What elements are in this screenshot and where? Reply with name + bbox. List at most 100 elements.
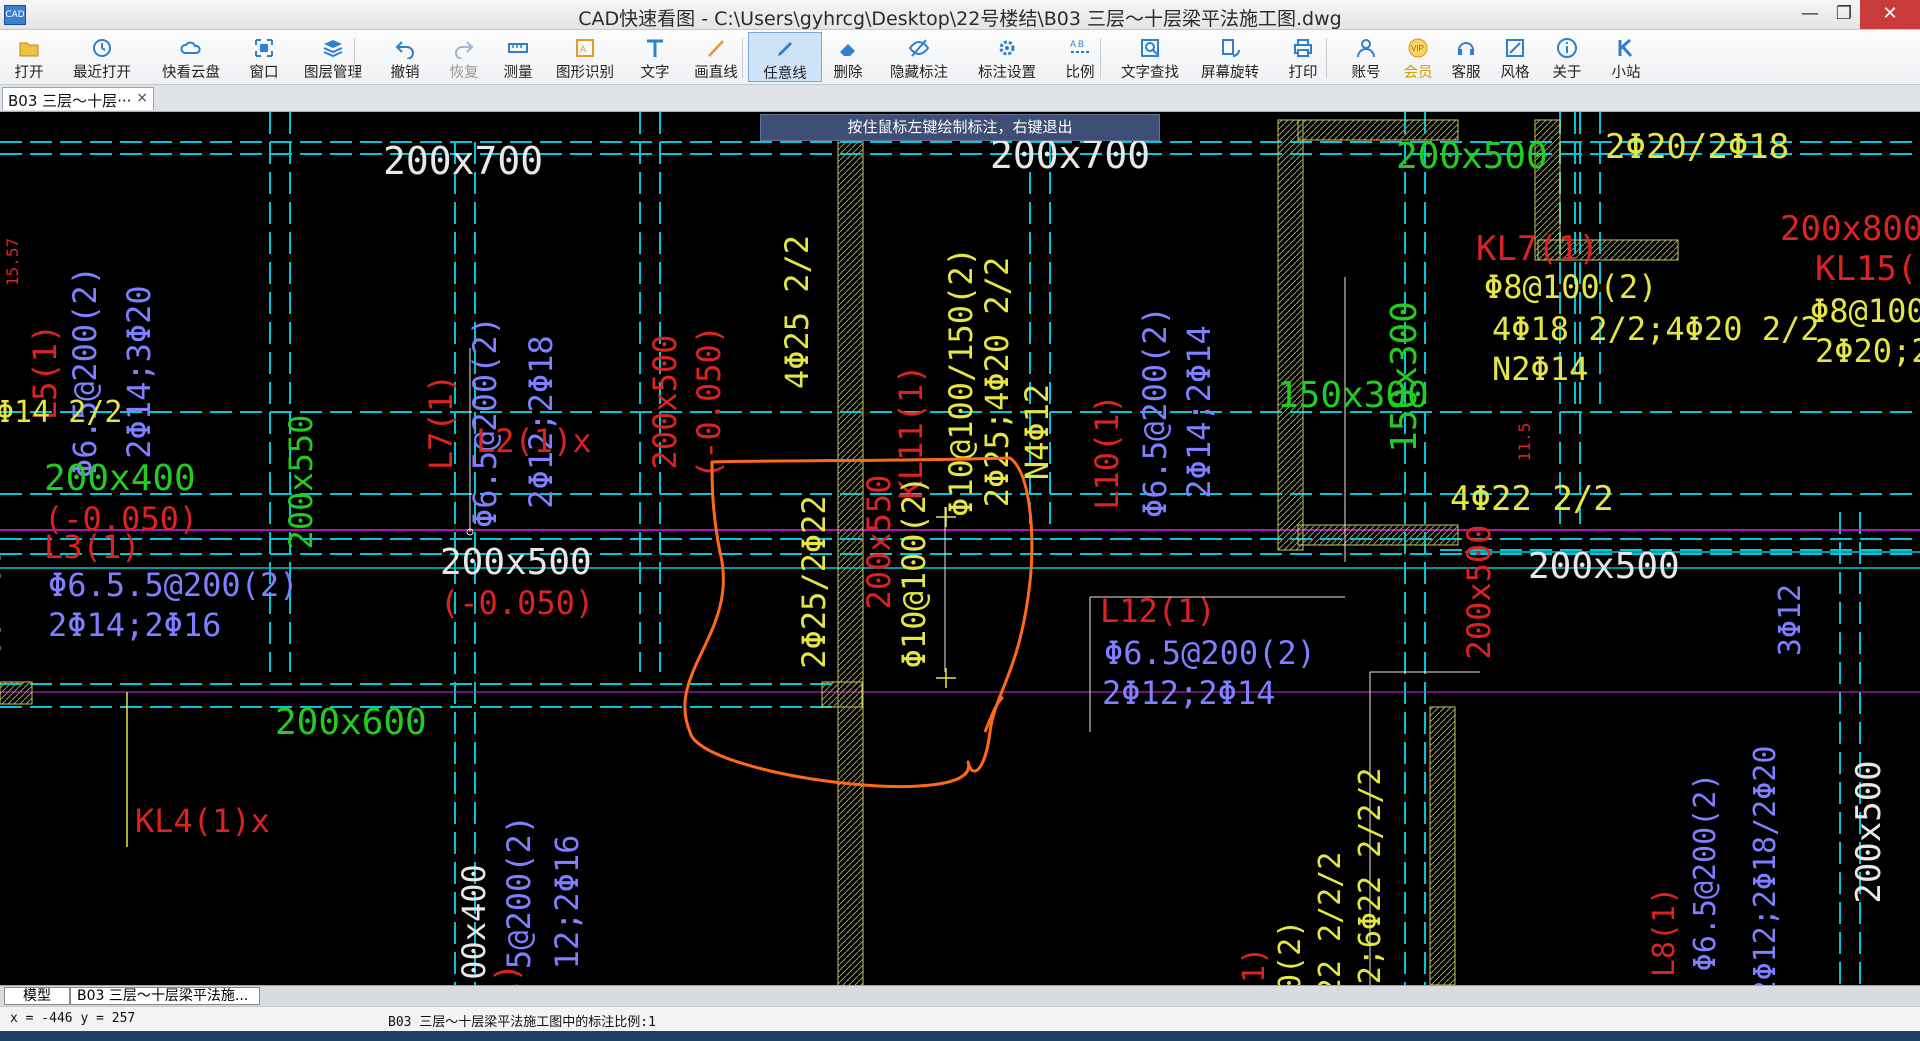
toolbar-label: 图形识别 bbox=[556, 65, 614, 81]
cad-annotation: 200x800 bbox=[1780, 209, 1920, 249]
toolbar-button-ruler[interactable]: 测量 bbox=[492, 32, 544, 82]
document-tab-bar: B03 三层～十层··· × bbox=[0, 85, 1920, 112]
cloud-icon bbox=[146, 35, 236, 61]
cross-marker bbox=[936, 668, 956, 688]
cad-annotation: L12(1) bbox=[1100, 592, 1216, 630]
scale-ab-icon: A B bbox=[1050, 35, 1110, 61]
toolbar-button-line-pen[interactable]: 画直线 bbox=[684, 32, 748, 82]
toolbar-button-text-t[interactable]: 文字 bbox=[626, 32, 684, 82]
cad-annotation: 200x500 bbox=[440, 542, 592, 583]
window-title: CAD快速看图 - C:\Users\gyhrcg\Desktop\22号楼结\… bbox=[578, 8, 1342, 30]
toolbar-button-undo[interactable]: 撤销 bbox=[374, 32, 436, 82]
cad-annotation: 200x550 bbox=[860, 475, 898, 610]
close-button[interactable]: ✕ bbox=[1860, 0, 1920, 29]
undo-icon bbox=[374, 35, 436, 61]
cad-annotation: 2Φ25/2Φ22 bbox=[795, 495, 833, 668]
cad-annotation: L7(1) bbox=[422, 374, 460, 470]
toolbar-button-scale-ab[interactable]: A B 比例 bbox=[1050, 32, 1110, 82]
cad-annotation: 200x550 bbox=[282, 415, 320, 550]
cad-annotation: (-0.050) bbox=[690, 325, 728, 479]
toolbar-button-layers[interactable]: 图层管理 bbox=[292, 32, 374, 82]
cad-annotation: 2Φ14;2Φ16 bbox=[48, 606, 221, 644]
toolbar-button-eye-hide[interactable]: 隐藏标注 bbox=[874, 32, 964, 82]
toolbar-label: 最近打开 bbox=[73, 65, 131, 81]
drawing-canvas[interactable]: 200x700 200x700 200x500 2Φ20/2Φ18 200x800 KL1… bbox=[0, 112, 1920, 985]
toolbar-button-cloud[interactable]: 快看云盘 bbox=[146, 32, 236, 82]
cad-annotation: 4Φ22 2/2 bbox=[1450, 479, 1614, 519]
cad-annotation: 200x700 bbox=[383, 139, 543, 183]
toolbar-label: 客服 bbox=[1451, 65, 1481, 81]
toolbar-button-screen-rotate[interactable]: 屏幕旋转 bbox=[1190, 32, 1270, 82]
cad-annotation: 15.57 bbox=[3, 238, 22, 286]
main-toolbar: 打开 最近打开 快看云盘 窗口 图层管理 撤销 恢复 测量 A 图形识别 文字 画直线 任意线 删除 隐藏标… bbox=[0, 30, 1920, 85]
toolbar-button-eraser[interactable]: 删除 bbox=[822, 32, 874, 82]
cad-annotation: 4Φ18 2/2;4Φ20 2/2 bbox=[1492, 310, 1820, 348]
eye-hide-icon bbox=[874, 35, 964, 61]
cad-annotation: 200x600 bbox=[275, 702, 427, 743]
cad-annotation: 2Φ14;2Φ14 bbox=[1180, 325, 1218, 498]
toolbar-button-window-fit[interactable]: 窗口 bbox=[236, 32, 292, 82]
status-message: B03 三层～十层梁平法施工图中的标注比例:1 bbox=[388, 1015, 656, 1030]
toolbar-label: 小站 bbox=[1611, 65, 1641, 81]
toolbar-label: 测量 bbox=[503, 65, 533, 81]
cad-annotation: 3Φ12 bbox=[1773, 584, 1808, 656]
tab-close-icon[interactable]: × bbox=[136, 90, 148, 106]
document-tab[interactable]: B03 三层～十层··· × bbox=[2, 87, 154, 110]
toolbar-button-vip-badge[interactable]: VIP 会员 bbox=[1396, 32, 1440, 82]
toolbar-label: 图层管理 bbox=[304, 65, 362, 81]
cad-annotation: 200x500 bbox=[646, 335, 684, 470]
cad-annotation: 5@200(2) bbox=[500, 815, 538, 969]
toolbar-button-freehand-pen[interactable]: 任意线 bbox=[748, 32, 822, 82]
screen-rotate-icon bbox=[1190, 35, 1270, 61]
toolbar-separator bbox=[354, 38, 355, 78]
cad-annotation: Φ6.5.5@200(2) bbox=[48, 566, 298, 604]
tab-layout[interactable]: B03 三层～十层梁平法施... bbox=[70, 987, 260, 1005]
cad-annotation: 200x700 bbox=[0, 549, 8, 675]
layout-tab-bar: 模型 B03 三层～十层梁平法施... bbox=[0, 985, 1920, 1006]
info-icon bbox=[1538, 35, 1596, 61]
ruler-icon bbox=[492, 35, 544, 61]
toolbar-button-annotation-settings[interactable]: 标注设置 bbox=[964, 32, 1050, 82]
toolbar-button-shape-recognize[interactable]: A 图形识别 bbox=[544, 32, 626, 82]
toolbar-label: 屏幕旋转 bbox=[1201, 65, 1259, 81]
toolbar-label: 会员 bbox=[1403, 65, 1433, 81]
cad-annotation: (-0.050) bbox=[440, 584, 594, 622]
toolbar-label: 任意线 bbox=[763, 66, 807, 82]
toolbar-label: 风格 bbox=[1500, 65, 1530, 81]
folder-open-icon bbox=[0, 35, 58, 61]
toolbar-button-headset[interactable]: 客服 bbox=[1440, 32, 1492, 82]
toolbar-separator bbox=[1326, 38, 1327, 78]
hatched-column bbox=[0, 681, 33, 705]
cad-annotation: 2Φ22 2/2/2 bbox=[1313, 852, 1348, 985]
toolbar-button-text-search[interactable]: 文字查找 bbox=[1110, 32, 1190, 82]
tab-model[interactable]: 模型 bbox=[4, 987, 70, 1005]
cad-drawing: 200x700 200x700 200x500 2Φ20/2Φ18 200x800KL1… bbox=[0, 112, 1920, 985]
toolbar-button-info[interactable]: 关于 bbox=[1538, 32, 1596, 82]
toolbar-button-user[interactable]: 账号 bbox=[1336, 32, 1396, 82]
svg-text:A: A bbox=[580, 44, 586, 54]
user-icon bbox=[1336, 35, 1396, 61]
toolbar-button-recent-clock[interactable]: 最近打开 bbox=[58, 32, 146, 82]
cad-annotation: 2Φ14;3Φ20 bbox=[120, 285, 158, 458]
cad-annotation: KL7(1) bbox=[1476, 229, 1599, 269]
hatched-column bbox=[1277, 119, 1304, 551]
layers-icon bbox=[292, 35, 374, 61]
k-station-icon bbox=[1596, 35, 1656, 61]
toolbar-separator bbox=[1100, 38, 1101, 78]
toolbar-label: 账号 bbox=[1351, 65, 1381, 81]
headset-icon bbox=[1440, 35, 1492, 61]
freehand-pen-icon bbox=[749, 36, 821, 62]
toolbar-button-folder-open[interactable]: 打开 bbox=[0, 32, 58, 82]
cad-annotation: Φ6.5@200(2) bbox=[1688, 773, 1723, 972]
toolbar-button-style[interactable]: 风格 bbox=[1492, 32, 1538, 82]
toolbar-label: 文字 bbox=[640, 65, 670, 81]
cad-annotation: KL15(1) bbox=[1815, 249, 1920, 289]
toolbar-button-k-station[interactable]: 小站 bbox=[1596, 32, 1656, 82]
toolbar-button-redo[interactable]: 恢复 bbox=[436, 32, 492, 82]
cad-annotation: N2Φ14 bbox=[1492, 350, 1588, 388]
cad-annotation: 2Φ20/2Φ18 bbox=[1605, 127, 1789, 167]
toolbar-label: 快看云盘 bbox=[162, 65, 220, 81]
cad-annotation: 200x500 bbox=[1396, 136, 1548, 177]
cad-annotation: 200x500 bbox=[1528, 546, 1680, 587]
cad-annotation: 2Φ12;2Φ14 bbox=[1102, 674, 1275, 712]
